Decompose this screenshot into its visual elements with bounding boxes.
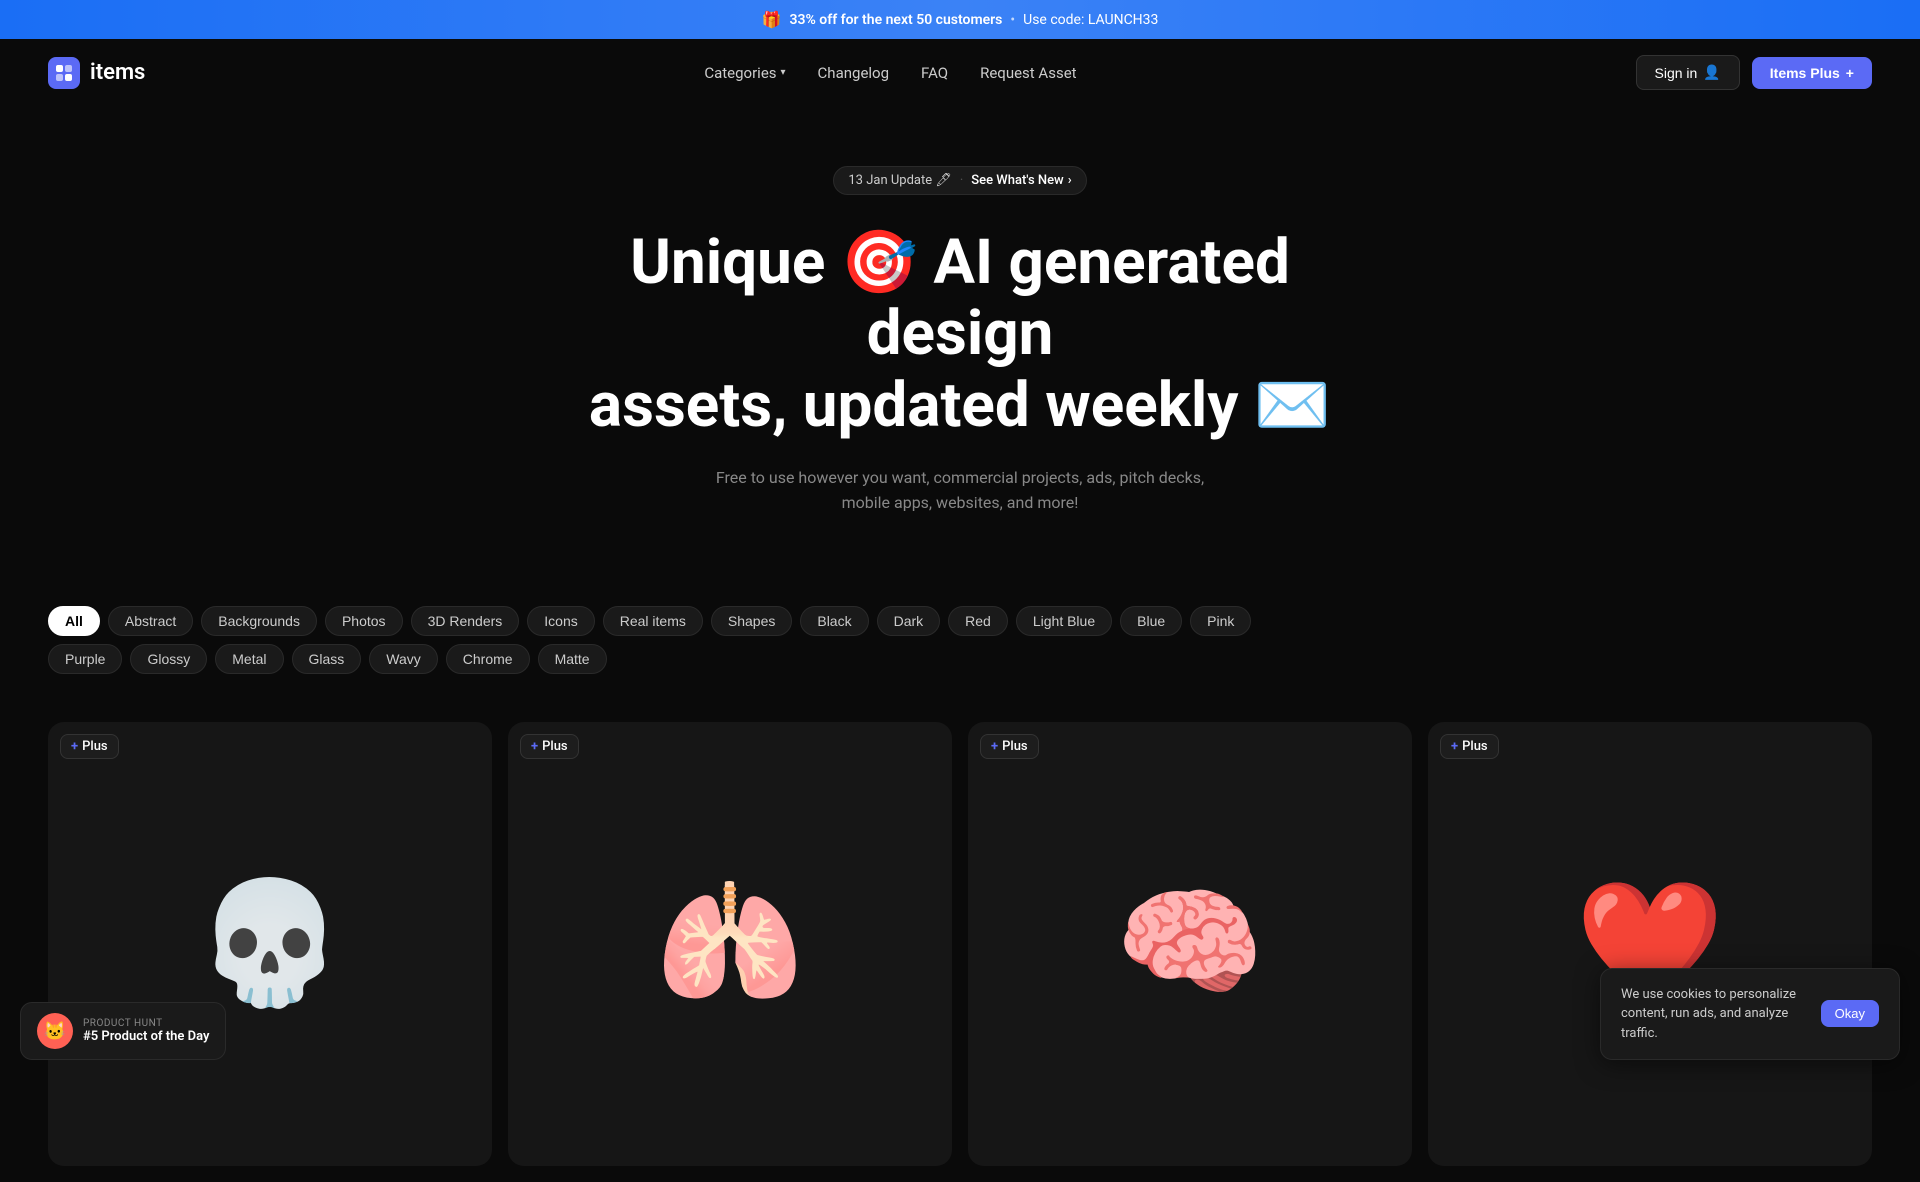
gift-icon: 🎁 xyxy=(762,10,782,29)
product-card-2[interactable]: + Plus 🧠 xyxy=(968,722,1412,1166)
product-image-3: ❤️ xyxy=(1484,778,1817,1111)
plus-badge: + Plus xyxy=(1440,734,1499,759)
plus-icon: + xyxy=(991,739,998,754)
filter-tag-backgrounds[interactable]: Backgrounds xyxy=(201,606,317,636)
banner-code: Use code: LAUNCH33 xyxy=(1023,12,1158,28)
ph-text: Product Hunt #5 Product of the Day xyxy=(83,1018,209,1044)
product-image-2: 🧠 xyxy=(1024,778,1357,1111)
logo[interactable]: items xyxy=(48,57,145,89)
hero-subtitle: Free to use however you want, commercial… xyxy=(710,465,1210,516)
badge-separator: · xyxy=(960,173,963,188)
plus-icon: + xyxy=(531,739,538,754)
filter-tag-pink[interactable]: Pink xyxy=(1190,606,1251,636)
product-card-1[interactable]: + Plus 🫁 xyxy=(508,722,952,1166)
filter-tag-real-items[interactable]: Real items xyxy=(603,606,703,636)
filter-tag-light-blue[interactable]: Light Blue xyxy=(1016,606,1112,636)
chevron-down-icon: ▾ xyxy=(781,67,786,78)
sign-in-button[interactable]: Sign in 👤 xyxy=(1636,55,1740,90)
filter-tag-photos[interactable]: Photos xyxy=(325,606,403,636)
product-image-1: 🫁 xyxy=(564,778,897,1111)
ph-label-bottom: #5 Product of the Day xyxy=(83,1029,209,1044)
filter-tag-dark[interactable]: Dark xyxy=(877,606,941,636)
banner-dot: • xyxy=(1010,12,1015,28)
filter-tag-icons[interactable]: Icons xyxy=(527,606,594,636)
logo-text: items xyxy=(90,60,145,85)
top-banner: 🎁 33% off for the next 50 customers • Us… xyxy=(0,0,1920,39)
update-badge[interactable]: 13 Jan Update 🖊 · See What's New › xyxy=(833,166,1086,195)
filter-tag-all[interactable]: All xyxy=(48,606,100,636)
filter-tag-purple[interactable]: Purple xyxy=(48,644,122,674)
see-whats-new[interactable]: See What's New › xyxy=(971,173,1071,188)
nav-links: Categories ▾ Changelog FAQ Request Asset xyxy=(704,64,1076,82)
update-text: 13 Jan Update 🖊 xyxy=(848,173,952,188)
plus-badge: + Plus xyxy=(520,734,579,759)
nav-categories[interactable]: Categories ▾ xyxy=(704,64,785,82)
filter-tag-red[interactable]: Red xyxy=(948,606,1008,636)
plus-badge: + Plus xyxy=(60,734,119,759)
nav-actions: Sign in 👤 Items Plus + xyxy=(1636,55,1872,90)
hero-title: Unique 🎯 AI generated design assets, upd… xyxy=(560,227,1360,441)
filter-tag-glass[interactable]: Glass xyxy=(292,644,362,674)
user-icon: 👤 xyxy=(1703,64,1720,81)
product-hunt-badge[interactable]: 🐱 Product Hunt #5 Product of the Day xyxy=(20,1002,226,1060)
navbar: items Categories ▾ Changelog FAQ Request… xyxy=(0,39,1920,106)
filter-tag-wavy[interactable]: Wavy xyxy=(369,644,437,674)
product-hunt-logo: 🐱 xyxy=(37,1013,73,1049)
filter-tag-abstract[interactable]: Abstract xyxy=(108,606,193,636)
products-section: + Plus 💀 + Plus 🫁 + Plus 🧠 + Plus ❤️ xyxy=(0,706,1920,1182)
nav-faq[interactable]: FAQ xyxy=(921,64,948,82)
items-plus-button[interactable]: Items Plus + xyxy=(1752,57,1872,89)
filter-tag-black[interactable]: Black xyxy=(800,606,868,636)
plus-icon: + xyxy=(71,739,78,754)
filter-tag-blue[interactable]: Blue xyxy=(1120,606,1182,636)
filter-tag-glossy[interactable]: Glossy xyxy=(130,644,207,674)
plus-icon: + xyxy=(1846,65,1854,81)
products-grid: + Plus 💀 + Plus 🫁 + Plus 🧠 + Plus ❤️ xyxy=(48,722,1872,1166)
product-image-0: 💀 xyxy=(104,778,437,1111)
filter-tag-shapes[interactable]: Shapes xyxy=(711,606,792,636)
banner-promo-text: 33% off for the next 50 customers xyxy=(789,12,1002,28)
nav-request-asset[interactable]: Request Asset xyxy=(980,64,1076,82)
product-card-3[interactable]: + Plus ❤️ xyxy=(1428,722,1872,1166)
filter-row-1: All Abstract Backgrounds Photos 3D RendersIc… xyxy=(48,606,1872,636)
filter-tag-3d-renders[interactable]: 3D Renders xyxy=(411,606,520,636)
filter-section: All Abstract Backgrounds Photos 3D RendersIc… xyxy=(0,606,1920,706)
filter-row-2: Purple Glossy Metal GlassWavy Chrome Matte xyxy=(48,644,1872,674)
filter-tag-metal[interactable]: Metal xyxy=(215,644,283,674)
filter-tag-matte[interactable]: Matte xyxy=(538,644,607,674)
cookie-text: We use cookies to personalize content, r… xyxy=(1621,985,1809,1044)
filter-tag-chrome[interactable]: Chrome xyxy=(446,644,530,674)
nav-changelog[interactable]: Changelog xyxy=(818,64,889,82)
ph-label-top: Product Hunt xyxy=(83,1018,209,1029)
hero-section: 13 Jan Update 🖊 · See What's New › Uniqu… xyxy=(0,106,1920,606)
plus-badge: + Plus xyxy=(980,734,1039,759)
product-card-0[interactable]: + Plus 💀 xyxy=(48,722,492,1166)
chevron-right-icon: › xyxy=(1068,173,1072,188)
plus-icon: + xyxy=(1451,739,1458,754)
cookie-okay-button[interactable]: Okay xyxy=(1821,1000,1879,1027)
cookie-banner: We use cookies to personalize content, r… xyxy=(1600,968,1900,1061)
logo-icon xyxy=(48,57,80,89)
